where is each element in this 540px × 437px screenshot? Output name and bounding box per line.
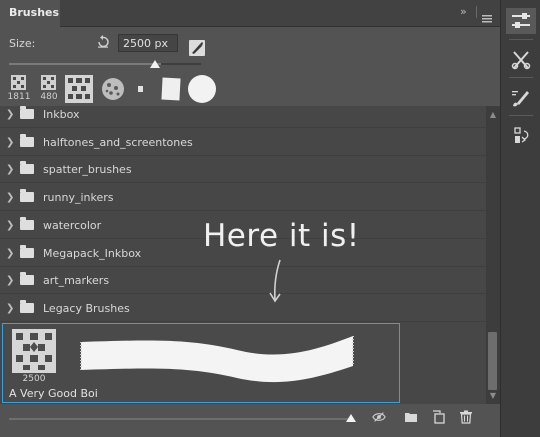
new-brush-icon[interactable] bbox=[432, 410, 446, 424]
brush-icon bbox=[512, 91, 529, 107]
folder-name: spatter_brushes bbox=[43, 163, 132, 176]
chevron-right-icon[interactable]: ❯ bbox=[6, 184, 14, 211]
size-slider-remaining[interactable] bbox=[161, 63, 201, 65]
collapse-button[interactable]: » bbox=[460, 0, 467, 26]
folder-name: halftones_and_screentones bbox=[43, 136, 193, 149]
chevron-right-icon[interactable]: ❯ bbox=[6, 295, 14, 322]
brush-settings-toggle-icon[interactable] bbox=[189, 40, 205, 56]
dock-adjustments-button[interactable] bbox=[506, 8, 536, 34]
preview-size-thumb[interactable] bbox=[346, 414, 356, 422]
chevron-right-icon[interactable]: ❯ bbox=[6, 267, 14, 294]
folder-name: runny_inkers bbox=[43, 191, 114, 204]
dock-brush-button[interactable] bbox=[506, 85, 536, 111]
folder-row[interactable]: ❯ Inkbox bbox=[0, 101, 486, 128]
folder-row[interactable]: ❯ art_markers bbox=[0, 267, 486, 294]
annotation-arrow-icon bbox=[269, 259, 281, 303]
divider bbox=[476, 6, 477, 18]
brush-preset-selected[interactable]: 2500 A Very Good Boi bbox=[2, 323, 400, 403]
brush-stroke-preview bbox=[80, 336, 354, 383]
folder-row[interactable]: ❯ Legacy Brushes bbox=[0, 295, 486, 322]
list-scrollbar[interactable]: ▲ ▼ bbox=[486, 106, 500, 404]
folder-row[interactable]: ❯ spatter_brushes bbox=[0, 156, 486, 183]
folder-icon bbox=[20, 245, 34, 258]
preview-size-slider[interactable] bbox=[9, 418, 354, 420]
history-icon bbox=[514, 127, 529, 143]
size-label: Size: bbox=[9, 37, 36, 50]
dock-history-button[interactable] bbox=[506, 123, 536, 149]
folder-name: Megapack_Inkbox bbox=[43, 247, 142, 260]
new-folder-icon[interactable] bbox=[404, 410, 418, 424]
scrollbar-thumb[interactable] bbox=[488, 332, 497, 390]
tab-brushes[interactable]: Brushes bbox=[0, 0, 60, 27]
folder-icon bbox=[20, 217, 34, 230]
folder-name: Inkbox bbox=[43, 108, 80, 121]
dock-tools-button[interactable] bbox=[506, 47, 536, 73]
scroll-up-icon[interactable]: ▲ bbox=[486, 110, 500, 119]
dock-divider bbox=[509, 77, 533, 78]
scroll-down-icon[interactable]: ▼ bbox=[486, 391, 500, 400]
dock-divider bbox=[509, 115, 533, 116]
size-slider-thumb[interactable] bbox=[149, 60, 160, 68]
trash-icon[interactable] bbox=[459, 410, 473, 424]
folder-icon bbox=[20, 134, 34, 147]
folder-name: Legacy Brushes bbox=[43, 302, 130, 315]
folder-row[interactable]: ❯ halftones_and_screentones bbox=[0, 129, 486, 156]
chevron-right-icon[interactable]: ❯ bbox=[6, 156, 14, 183]
brushes-panel: Brushes » Size: 1811 480 ❯Inkbo bbox=[0, 0, 500, 437]
hamburger-menu-icon[interactable] bbox=[482, 8, 492, 34]
folder-icon bbox=[20, 161, 34, 174]
folder-icon bbox=[20, 189, 34, 202]
annotation-text: Here it is! bbox=[203, 218, 360, 254]
preset-size: 2500 bbox=[22, 374, 46, 384]
folder-name: watercolor bbox=[43, 219, 102, 232]
size-field[interactable] bbox=[118, 34, 178, 52]
folder-icon bbox=[20, 300, 34, 313]
dock-divider bbox=[509, 39, 533, 40]
bottom-toolbar bbox=[0, 404, 500, 437]
tools-icon bbox=[511, 51, 531, 70]
folder-name: art_markers bbox=[43, 274, 110, 287]
pattern-brush-icon bbox=[12, 329, 56, 373]
panel-titlebar: Brushes » bbox=[0, 0, 500, 27]
chevron-right-icon[interactable]: ❯ bbox=[6, 212, 14, 239]
chevron-right-icon[interactable]: ❯ bbox=[6, 240, 14, 267]
visibility-toggle-icon[interactable] bbox=[372, 410, 386, 424]
folder-icon bbox=[20, 106, 34, 119]
folder-icon bbox=[20, 272, 34, 285]
folder-row[interactable]: ❯ runny_inkers bbox=[0, 184, 486, 211]
chevron-right-icon[interactable]: ❯ bbox=[6, 129, 14, 156]
chevron-right-icon[interactable]: ❯ bbox=[6, 101, 14, 128]
reset-arrow-icon[interactable] bbox=[96, 35, 110, 49]
right-dock bbox=[500, 0, 540, 437]
size-slider-track[interactable] bbox=[9, 63, 161, 65]
adjustments-icon bbox=[512, 13, 530, 28]
